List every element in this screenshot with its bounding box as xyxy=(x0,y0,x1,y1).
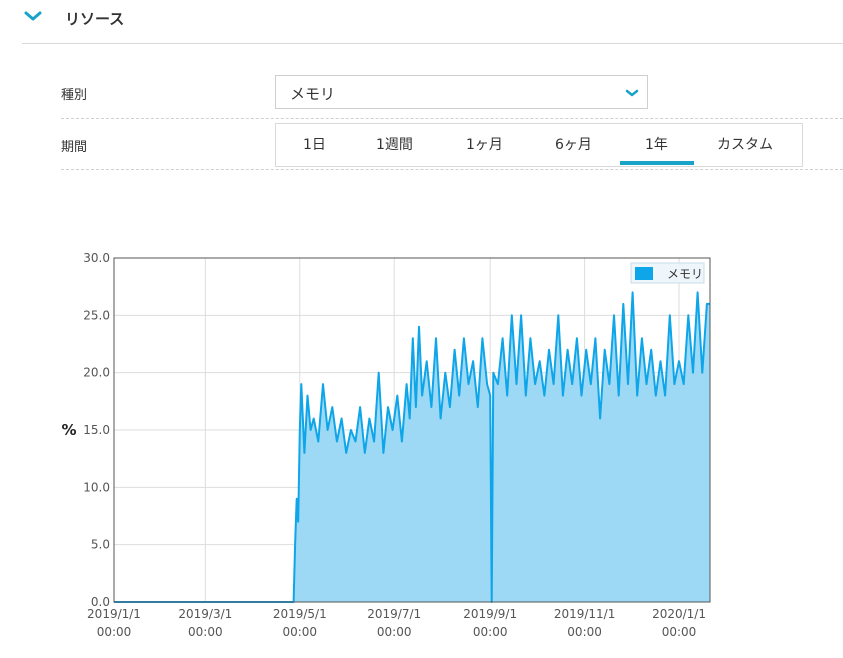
x-tick-time-label: 00:00 xyxy=(188,625,223,639)
y-tick-label: 30.0 xyxy=(83,251,110,265)
y-axis-label: % xyxy=(61,421,76,439)
section-title: リソース xyxy=(65,10,125,28)
type-select-value: メモリ xyxy=(290,85,336,103)
y-tick-label: 15.0 xyxy=(83,423,110,437)
y-tick-label: 20.0 xyxy=(83,366,110,380)
x-tick-time-label: 00:00 xyxy=(282,625,317,639)
x-tick-label: 2019/3/1 xyxy=(178,607,232,621)
x-tick-label: 2019/9/1 xyxy=(463,607,517,621)
row-divider xyxy=(61,118,843,119)
tab-1month[interactable]: 1ヶ月 xyxy=(466,134,503,154)
x-tick-label: 2019/1/1 xyxy=(87,607,141,621)
type-select[interactable]: メモリ xyxy=(275,75,648,109)
memory-chart: 0.0 5.0 10.0 15.0 20.0 25.0 30.0 2019/1/1 00:00 2… xyxy=(0,240,843,658)
x-tick-label: 2020/1/1 xyxy=(652,607,706,621)
x-tick-label: 2019/7/1 xyxy=(367,607,421,621)
tab-1year[interactable]: 1年 xyxy=(645,134,668,154)
section-divider xyxy=(22,43,843,44)
x-tick-label: 2019/5/1 xyxy=(273,607,327,621)
memory-chart-svg: 0.05.010.015.020.025.030.02019/1/100:002… xyxy=(61,251,711,639)
tab-1week[interactable]: 1週間 xyxy=(376,134,413,154)
section-header[interactable]: リソース xyxy=(0,0,843,44)
x-tick-time-label: 00:00 xyxy=(473,625,508,639)
period-label: 期間 xyxy=(61,140,88,155)
legend-label: メモリ xyxy=(667,267,703,281)
y-tick-label: 10.0 xyxy=(83,480,110,494)
x-tick-time-label: 00:00 xyxy=(97,625,132,639)
tab-selected-indicator xyxy=(620,161,694,165)
y-tick-label: 25.0 xyxy=(83,308,110,322)
x-tick-time-label: 00:00 xyxy=(377,625,412,639)
period-tabs: 1日 1週間 1ヶ月 6ヶ月 1年 カスタム xyxy=(275,123,803,167)
legend-swatch xyxy=(635,267,653,280)
chevron-down-icon[interactable] xyxy=(22,6,44,26)
type-label: 種別 xyxy=(61,88,88,103)
row-divider xyxy=(61,169,843,170)
x-tick-time-label: 00:00 xyxy=(662,625,697,639)
tab-1day[interactable]: 1日 xyxy=(303,134,326,154)
tab-custom[interactable]: カスタム xyxy=(717,134,773,154)
x-tick-time-label: 00:00 xyxy=(567,625,602,639)
chevron-down-icon xyxy=(625,89,639,97)
x-tick-label: 2019/11/1 xyxy=(554,607,616,621)
tab-6months[interactable]: 6ヶ月 xyxy=(555,134,592,154)
y-tick-label: 5.0 xyxy=(91,538,110,552)
